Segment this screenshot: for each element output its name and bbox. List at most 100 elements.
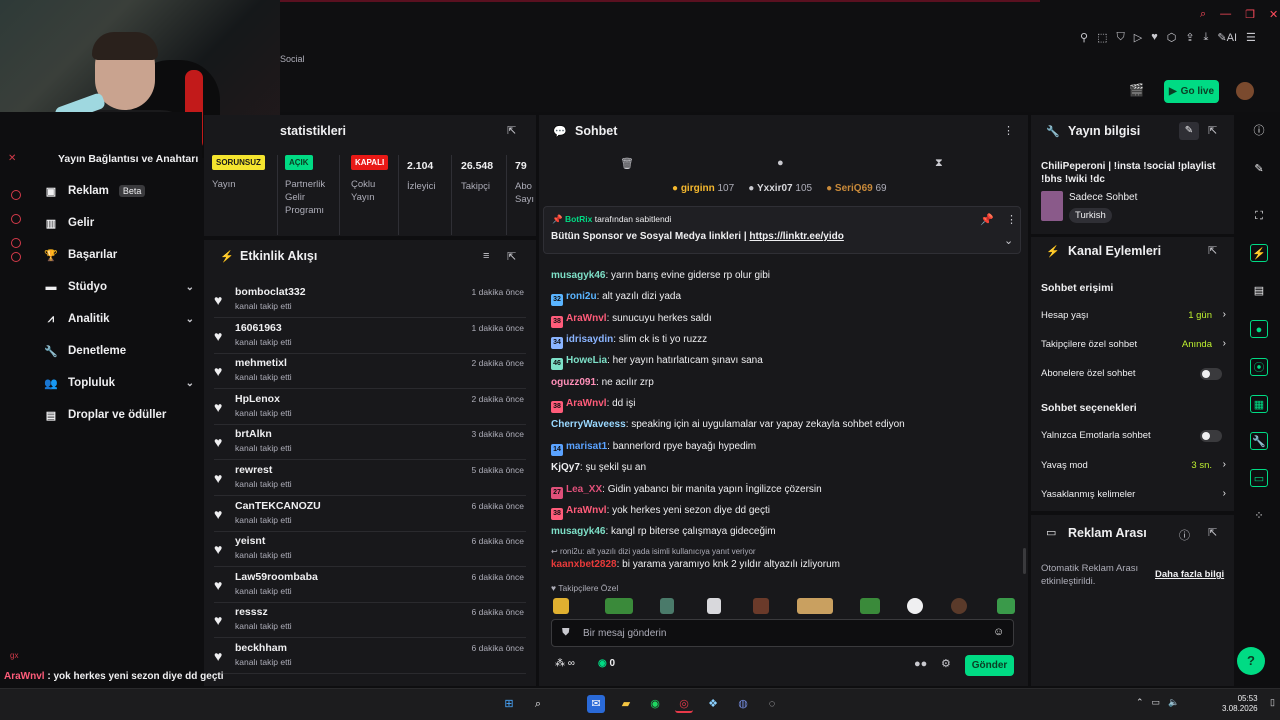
activity-row[interactable]: ♥ brtAlkn kanalı takip etti 3 dakika önce [214,428,526,464]
category-name[interactable]: Sadece Sohbet [1069,192,1137,203]
nav-item-ads[interactable]: ▣ Reklam Beta [44,181,194,201]
layout-icon[interactable]: ▦ [1250,395,1268,413]
emote[interactable] [707,598,721,614]
activity-row[interactable]: ♥ beckhham kanalı takip etti 6 dakika önce [214,642,526,678]
banned-words-row[interactable]: Yasaklanmış kelimeler › [1041,488,1226,503]
browser-icon[interactable]: ◎ [675,695,693,713]
activity-username[interactable]: beckhham [235,642,287,654]
nav-item-moderation[interactable]: 🔧 Denetleme [44,341,194,361]
heart-icon[interactable]: ♥ [1151,31,1158,44]
chat-username[interactable]: HoweLia [566,355,607,366]
emote-only-toggle[interactable] [1200,430,1222,442]
chat-username[interactable]: idrisaydin [566,334,613,345]
chat-icon[interactable]: ● [1250,320,1268,338]
nav-item-revenue[interactable]: ▥ Gelir [44,213,194,233]
app-icon[interactable]: ❖ [704,695,722,713]
info-icon[interactable]: ⓘ [1250,122,1268,140]
chat-input[interactable]: ⛊ Bir mesaj gönderin ☺ [551,619,1014,647]
mail-icon[interactable]: ✉ [587,695,605,713]
badge-select-icon[interactable]: ⛊ [562,627,570,638]
wrench-icon[interactable]: 🔧 [1250,432,1268,450]
chat-username[interactable]: AraWnvl [566,398,607,409]
restore-icon[interactable]: ❐ [1245,8,1255,21]
search-icon[interactable]: ⌕ [529,695,547,713]
learn-more-link[interactable]: Daha fazla bilgi [1155,569,1224,580]
emote[interactable] [797,598,833,614]
info-icon[interactable]: ⓘ [1179,527,1190,543]
help-button[interactable]: ? [1237,647,1265,675]
language-tag[interactable]: Turkish [1069,208,1112,223]
ai-icon[interactable]: ✎AI [1217,31,1237,44]
apps-icon[interactable]: ⁘ [1250,507,1268,525]
chat-username[interactable]: marisat1 [566,441,607,452]
emote[interactable] [860,598,880,614]
chat-message[interactable]: 14 marisat1: bannerlord rpye bayağı hyped… [551,441,756,456]
chat-message[interactable]: 46 HoweLia: her yayın hatırlatıcam şınavı… [551,355,763,371]
share-icon[interactable]: ⇪ [1185,31,1194,44]
activity-row[interactable]: ♥ yeisnt kanalı takip etti 6 dakika önce [214,535,526,571]
window-icon[interactable]: ▭ [1250,469,1268,487]
menu-icon[interactable]: ☰ [1246,31,1256,44]
emote[interactable] [605,598,633,614]
scrollbar[interactable] [1023,548,1026,574]
chat-message[interactable]: KjQy7: şu şekil şu an [551,462,646,473]
go-live-button[interactable]: ▶ Go live [1164,80,1219,103]
nav-item-stream-key[interactable]: Yayın Bağlantısı ve Anahtarı [58,153,198,165]
chat-username[interactable]: AraWnvl [566,505,607,516]
chat-message[interactable]: 27 Lea_XX: Gidin yabancı bir manita yapın… [551,484,822,499]
activity-username[interactable]: 16061963 [235,322,282,334]
focus-icon[interactable]: ⛶ [1250,207,1268,225]
folder-icon[interactable]: ▰ [617,695,635,713]
leader-entry[interactable]: ● SeriQ69 69 [826,183,887,194]
channel-points[interactable]: ⁂ ∞ [555,658,575,669]
activity-username[interactable]: mehmetixl [235,357,287,369]
activity-username[interactable]: yeisnt [235,535,265,547]
emote[interactable] [753,598,769,614]
emote[interactable] [907,598,923,614]
pinned-link[interactable]: https://linktr.ee/yido [749,231,843,242]
chat-username[interactable]: musagyk46 [551,270,605,281]
more-options-icon[interactable]: ⋮ [1003,124,1014,137]
gear-icon[interactable]: ⚙ [941,657,951,670]
discord-icon[interactable]: ◍ [734,695,752,713]
network-icon[interactable]: ▭ [1152,697,1161,708]
play-icon[interactable]: ▷ [1134,31,1142,44]
close-icon[interactable]: ✕ [1269,8,1278,21]
activity-row[interactable]: ♥ 16061963 kanalı takip etti 1 dakika önce [214,322,526,358]
popout-icon[interactable]: ⇱ [1208,526,1217,539]
obs-icon[interactable]: ◌ [763,695,781,713]
chat-icon[interactable]: ● [777,157,784,169]
chat-message[interactable]: 38 AraWnvl: dd işi [551,398,635,414]
leader-entry[interactable]: ● girginn 107 [672,183,734,194]
more-options-icon[interactable]: ⋮ [1006,213,1017,226]
activity-row[interactable]: ♥ mehmetixl kanalı takip etti 2 dakika önce [214,357,526,393]
activity-row[interactable]: ♥ resssz kanalı takip etti 6 dakika önce [214,606,526,642]
chat-message[interactable]: 38 AraWnvl: yok herkes yeni sezon diye dd… [551,505,770,520]
emote[interactable] [997,598,1015,614]
filter-icon[interactable]: ≡ [483,250,489,262]
chat-username[interactable]: musagyk46 [551,526,605,537]
chat-username[interactable]: KjQy7 [551,462,580,473]
subs-only-toggle[interactable] [1200,368,1222,380]
volume-icon[interactable]: 🔈 [1168,697,1179,708]
chat-message[interactable]: 34 idrisaydin: slim ck is ti yo ruzzz [551,334,707,350]
chat-message[interactable]: 38 AraWnvl: sunucuyu herkes saldı [551,313,712,328]
clock[interactable]: 05:53 3.08.2026 [1222,694,1258,714]
activity-row[interactable]: ♥ bomboclat332 kanalı takip etti 1 dakika ö… [214,286,526,322]
edit-icon[interactable]: ✎ [1250,160,1268,178]
chat-username[interactable]: Lea_XX [566,484,602,495]
chevron-down-icon[interactable]: ⌄ [1004,234,1013,247]
edit-icon[interactable]: ✎ [1179,122,1199,140]
emote[interactable] [660,598,674,614]
chat-username[interactable]: AraWnvl [566,313,607,324]
pin-icon[interactable]: ⚲ [1080,31,1088,44]
leader-entry[interactable]: ● Yxxir07 105 [748,183,812,194]
nav-item-drops[interactable]: ▤ Droplar ve ödüller [44,405,214,425]
trash-icon[interactable]: 🗑 [620,157,634,170]
emote[interactable] [951,598,967,614]
activity-username[interactable]: bomboclat332 [235,286,306,298]
account-age-row[interactable]: Hesap yaşı 1 gün › [1041,309,1226,324]
activity-row[interactable]: ♥ HpLenox kanalı takip etti 2 dakika önce [214,393,526,429]
chevron-up-icon[interactable]: ⌃ [1136,697,1144,708]
kick-points[interactable]: ◉ 0 [598,658,615,669]
